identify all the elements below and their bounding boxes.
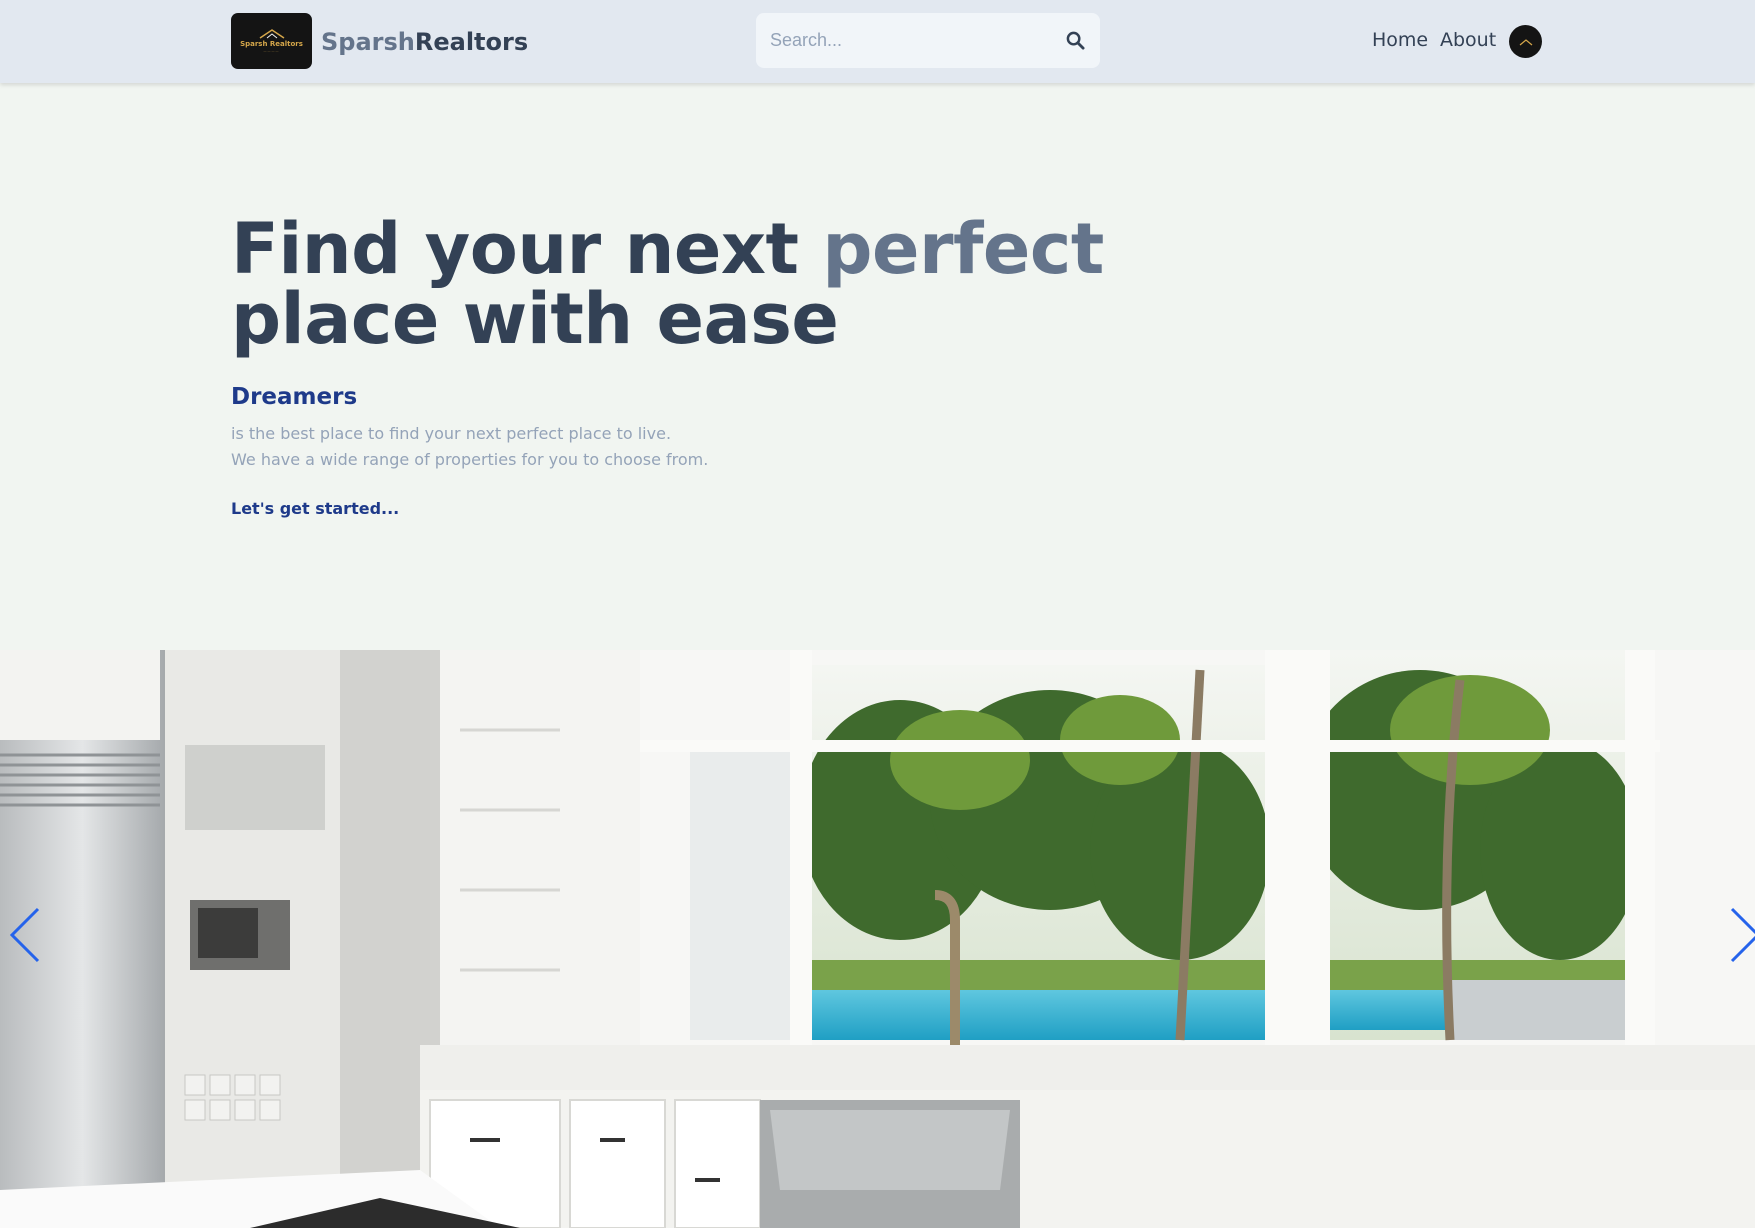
hero-description-line2: We have a wide range of properties for y… [231, 450, 709, 469]
brand-name[interactable]: SparshRealtors [321, 27, 528, 57]
chevron-left-icon[interactable] [8, 905, 42, 965]
brand-name-secondary: Realtors [414, 28, 529, 56]
chevron-right-icon[interactable] [1728, 905, 1755, 965]
avatar[interactable] [1509, 25, 1542, 58]
nav-link-about[interactable]: About [1440, 28, 1496, 52]
search-form [756, 13, 1100, 68]
hero-description-line1: is the best place to find your next perf… [231, 424, 672, 443]
hero-description: is the best place to find your next perf… [231, 421, 931, 473]
get-started-link[interactable]: Let's get started... [231, 499, 399, 518]
hero-title-part2: place with ease [231, 278, 839, 360]
property-image-slider[interactable] [0, 650, 1755, 1228]
top-navbar: Sparsh Realtors ———— SparshRealtors Home… [0, 0, 1755, 83]
avatar-logo-icon [1519, 38, 1532, 45]
brand-name-primary: Sparsh [321, 28, 415, 56]
brand-logo[interactable]: Sparsh Realtors ———— [231, 13, 312, 69]
nav-link-home[interactable]: Home [1372, 28, 1428, 52]
logo-underline: ———— [263, 49, 280, 53]
hero-title: Find your next perfect place with ease [231, 214, 1131, 354]
search-icon[interactable] [1066, 31, 1085, 50]
search-input[interactable] [770, 13, 1050, 68]
hero-subtitle: Dreamers [231, 384, 358, 410]
roof-logo-icon [259, 29, 284, 39]
kitchen-pool-view-image [0, 650, 1755, 1228]
logo-text: Sparsh Realtors [240, 40, 303, 48]
hero-title-accent: perfect [822, 208, 1104, 290]
